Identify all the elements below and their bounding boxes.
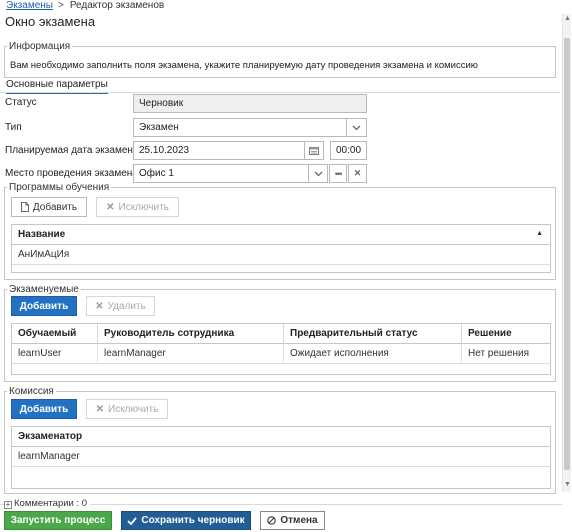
- examinees-add-button[interactable]: Добавить: [11, 296, 77, 316]
- x-icon: ✕: [353, 168, 362, 178]
- calendar-button[interactable]: [304, 141, 324, 160]
- breadcrumb: Экзамены > Редактор экзаменов: [6, 0, 164, 11]
- programs-exclude-label: Исключить: [118, 201, 169, 213]
- programs-add-button[interactable]: Добавить: [11, 197, 87, 217]
- commission-table: Экзаменатор learnManager: [11, 426, 551, 489]
- x-icon: ✕: [95, 403, 104, 415]
- column-header-decision[interactable]: Решение: [462, 324, 550, 344]
- examinees-legend: Экзаменуемые: [9, 284, 79, 295]
- save-draft-label: Сохранить черновик: [141, 515, 245, 526]
- plus-box-icon: +: [4, 500, 12, 509]
- document-icon: [20, 202, 29, 212]
- status-label: Статус: [5, 97, 37, 108]
- cancel-label: Отмена: [280, 515, 318, 526]
- comments-label: Комментарии : 0: [14, 498, 88, 509]
- chevron-down-icon: [352, 125, 361, 130]
- comments-toggle[interactable]: + Комментарии : 0: [4, 498, 91, 509]
- decision-cell: Нет решения: [468, 348, 530, 359]
- table-header: Обучаемый Руководитель сотрудника Предва…: [12, 324, 550, 344]
- programs-exclude-button[interactable]: ✕ Исключить: [96, 197, 179, 217]
- examinees-delete-button[interactable]: ✕ Удалить: [86, 296, 155, 316]
- commission-add-button[interactable]: Добавить: [11, 399, 77, 419]
- manager-cell: learnManager: [98, 344, 284, 364]
- location-more-button[interactable]: •••: [329, 164, 347, 183]
- examinees-table: Обучаемый Руководитель сотрудника Предва…: [11, 323, 551, 375]
- examinees-add-label: Добавить: [19, 300, 69, 312]
- column-header-manager[interactable]: Руководитель сотрудника: [98, 324, 284, 344]
- table-row[interactable]: learnUser learnManager Ожидает исполнени…: [12, 344, 550, 364]
- x-icon: ✕: [95, 300, 104, 312]
- start-process-button[interactable]: Запустить процесс: [4, 511, 112, 530]
- breadcrumb-separator: >: [57, 0, 64, 11]
- column-header-examiner[interactable]: Экзаменатор: [12, 427, 550, 447]
- programs-table: Название ▲ АнИмАцИя: [11, 224, 551, 273]
- breadcrumb-current: Редактор экзаменов: [69, 0, 165, 11]
- programs-legend: Программы обучения: [9, 182, 110, 193]
- calendar-icon: [309, 147, 319, 155]
- type-select[interactable]: Экзамен: [133, 118, 347, 137]
- scrollbar-thumb[interactable]: [564, 38, 570, 470]
- breadcrumb-link-exams[interactable]: Экзамены: [6, 0, 53, 11]
- planned-date-input[interactable]: 25.10.2023: [133, 141, 305, 160]
- column-header-learner[interactable]: Обучаемый: [12, 324, 98, 344]
- check-icon: [127, 516, 138, 525]
- location-label: Место проведения экзамена: [5, 168, 138, 179]
- table-header: Название ▲: [12, 225, 550, 245]
- examinees-delete-label: Удалить: [107, 300, 146, 312]
- start-process-label: Запустить процесс: [10, 515, 106, 526]
- examiner-cell: learnManager: [18, 451, 80, 462]
- prelim-status-cell: Ожидает исполнения: [284, 344, 462, 364]
- chevron-down-icon: [314, 171, 322, 176]
- cancel-button[interactable]: Отмена: [260, 511, 325, 530]
- x-icon: ✕: [106, 201, 115, 213]
- location-select[interactable]: Офис 1: [133, 164, 309, 183]
- commission-add-label: Добавить: [19, 403, 69, 415]
- scroll-down-icon[interactable]: ▼: [564, 481, 571, 489]
- status-field: Черновик: [133, 94, 367, 113]
- table-row[interactable]: learnManager: [12, 447, 550, 467]
- cancel-circle-icon: [267, 516, 277, 525]
- table-row[interactable]: АнИмАцИя: [12, 245, 550, 265]
- info-legend: Информация: [9, 41, 71, 52]
- program-name-cell: АнИмАцИя: [18, 249, 70, 260]
- commission-exclude-label: Исключить: [108, 403, 159, 415]
- type-label: Тип: [5, 122, 22, 133]
- planned-date-label: Планируемая дата экзамена: [5, 145, 139, 156]
- window-title: Окно экзамена: [5, 14, 96, 29]
- info-text: Вам необходимо заполнить поля экзамена, …: [10, 60, 478, 71]
- commission-legend: Комиссия: [9, 386, 54, 397]
- column-header-prelim-status[interactable]: Предварительный статус: [284, 324, 462, 344]
- programs-add-label: Добавить: [32, 201, 78, 213]
- column-header-name[interactable]: Название: [12, 225, 550, 245]
- sort-up-icon[interactable]: ▲: [536, 230, 543, 237]
- learner-cell: learnUser: [12, 344, 98, 364]
- scroll-up-icon[interactable]: ▲: [564, 15, 571, 23]
- ellipsis-icon: •••: [334, 168, 343, 179]
- type-dropdown-button[interactable]: [346, 118, 367, 137]
- table-header: Экзаменатор: [12, 427, 550, 447]
- planned-time-input[interactable]: 00:00: [330, 141, 367, 160]
- location-clear-button[interactable]: ✕: [348, 164, 367, 183]
- location-dropdown-button[interactable]: [308, 164, 328, 183]
- vertical-scrollbar[interactable]: ▲ ▼: [562, 14, 571, 492]
- tab-divider: [0, 92, 560, 93]
- save-draft-button[interactable]: Сохранить черновик: [121, 511, 251, 530]
- commission-exclude-button[interactable]: ✕ Исключить: [86, 399, 168, 419]
